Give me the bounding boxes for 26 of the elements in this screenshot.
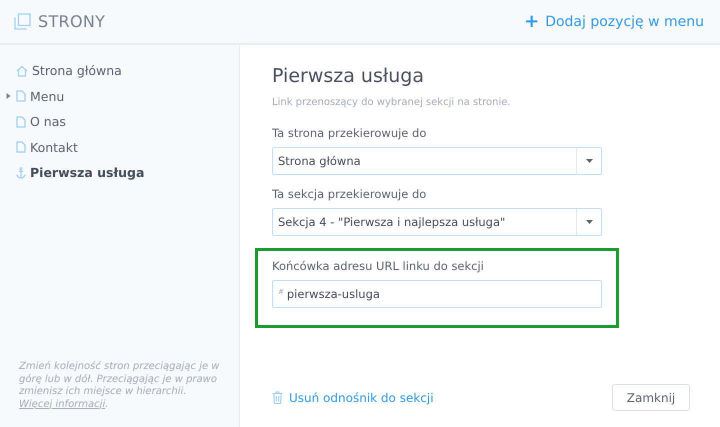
anchor-icon [16,166,26,179]
page-item[interactable]: O nas [30,114,66,130]
reorder-hint: Zmień kolejność stron przeciągając je w górę lub w dół. Przeciągając je w prawo zmienisz ich miejsce w hierarchii. Więcej informacji. [18,361,220,411]
panel-subtitle: Link przenoszący do wybranej sekcji na stronie. [272,97,512,108]
pages-icon [14,13,31,30]
page-icon [16,141,26,154]
page-icon [16,90,26,102]
page-item[interactable]: Kontakt [30,140,78,155]
page-item[interactable]: Menu [30,88,64,104]
trash-icon [272,391,283,404]
page-item[interactable]: Pierwsza usługa [30,165,144,180]
page-icon [16,116,26,128]
panel-title: Pierwsza usługa [272,65,425,87]
select-field[interactable]: Sekcja 4 - "Pierwsza i najlepsza usługa" [272,208,602,236]
dropdown-caret-icon [586,220,592,224]
close-button[interactable]: Zamknij [612,384,690,411]
section-title: STRONY [38,12,106,31]
dropdown-caret-icon [586,159,592,163]
select-field[interactable]: Strona główna [272,147,602,175]
delete-link[interactable]: Usuń odnośnik do sekcji [272,390,434,404]
field-label: Końcówka adresu URL linku do sekcji [272,259,485,273]
field-label: Ta sekcja przekierowuje do [272,187,428,201]
home-icon [16,64,28,77]
field-label: Ta strona przekierowuje do [272,126,428,140]
expand-caret-icon[interactable] [6,93,11,100]
page-item[interactable]: Strona główna [32,63,122,78]
